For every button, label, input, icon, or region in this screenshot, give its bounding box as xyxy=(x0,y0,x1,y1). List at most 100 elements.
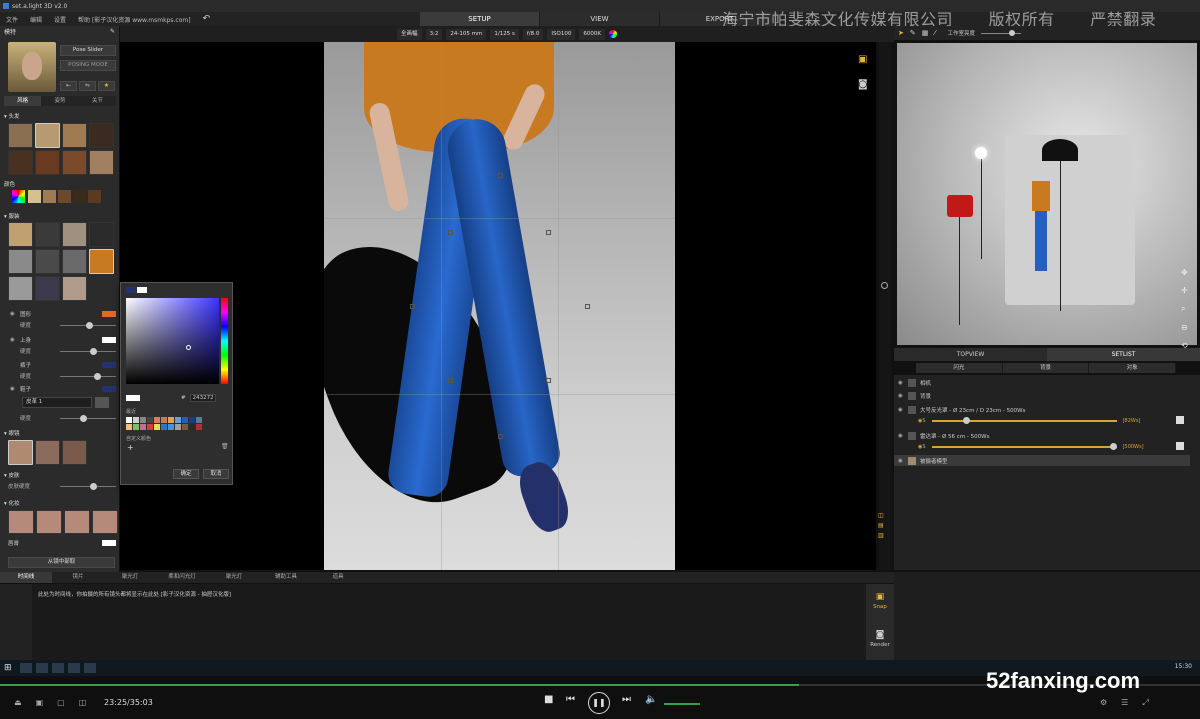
graphic-hardness-slider[interactable]: 硬度 xyxy=(20,321,116,329)
pants-hardness-slider[interactable]: 硬度 xyxy=(20,372,116,380)
skin-hardness-slider[interactable]: 皮肤硬度 xyxy=(8,482,116,490)
from-middle-button[interactable]: 从镜中部取 xyxy=(8,557,115,568)
subtab-background[interactable]: 背景 xyxy=(1002,363,1090,373)
makeup-thumb[interactable] xyxy=(92,510,118,534)
snap-button[interactable]: ▣ Snap xyxy=(866,586,894,620)
pants-color-chip[interactable] xyxy=(102,361,116,368)
palette-swatch[interactable] xyxy=(140,424,146,430)
palette-swatch[interactable] xyxy=(175,424,181,430)
tab-view[interactable]: VIEW xyxy=(540,12,660,26)
hair-color-swatch[interactable] xyxy=(43,190,56,203)
palette-swatch[interactable] xyxy=(182,417,188,423)
hair-thumb[interactable] xyxy=(89,150,114,175)
palette-swatch[interactable] xyxy=(189,424,195,430)
focus-point[interactable] xyxy=(448,378,453,383)
hair-thumb[interactable] xyxy=(35,123,60,148)
hardness-knob[interactable] xyxy=(80,414,87,422)
subtab-objects[interactable]: 对象 xyxy=(1089,363,1177,373)
saturation-value-field[interactable] xyxy=(126,298,219,384)
taskbar-app-icon[interactable] xyxy=(68,663,80,673)
menu-help[interactable]: 帮助 [影子汉化资源 www.msmkps.com] xyxy=(72,15,197,24)
section-clothing[interactable]: ▾ 服装 xyxy=(4,212,20,220)
camera-snap-icon[interactable]: ▣ xyxy=(858,54,868,65)
hair-color-swatch[interactable] xyxy=(73,190,86,203)
palette-swatch[interactable] xyxy=(175,417,181,423)
bottom-tab[interactable]: 聚光灯 xyxy=(208,572,260,583)
hardness-track[interactable] xyxy=(60,414,116,422)
setlist-item-reflector[interactable]: ◉ 大号反光罩 - Ø 23cm / D 23cm - 500Ws xyxy=(894,404,1190,415)
hardness-knob[interactable] xyxy=(90,347,97,355)
fit-icon[interactable]: ▥ xyxy=(878,532,884,539)
favorite-pose-icon[interactable]: ★ xyxy=(98,81,115,91)
scroll-handle[interactable] xyxy=(881,282,888,289)
camera-preview[interactable] xyxy=(324,42,675,570)
clothing-thumb[interactable] xyxy=(89,249,114,274)
focus-point[interactable] xyxy=(448,230,453,235)
hardness-track[interactable] xyxy=(60,321,116,329)
eye-icon[interactable]: ◉ xyxy=(898,407,908,413)
eye-icon[interactable]: ◉ xyxy=(898,433,908,439)
aspect-ratio[interactable]: 3:2 xyxy=(425,28,443,40)
tab-joints[interactable]: 关节 xyxy=(78,96,116,106)
focus-point[interactable] xyxy=(546,230,551,235)
bottom-tab[interactable]: 聚光灯 xyxy=(104,572,156,583)
palette-swatch[interactable] xyxy=(161,424,167,430)
graphic-color-chip[interactable] xyxy=(102,310,116,317)
hair-color-swatch[interactable] xyxy=(28,190,41,203)
color-wheel-icon[interactable] xyxy=(608,30,617,38)
hair-color-swatch[interactable] xyxy=(58,190,71,203)
palette-swatch[interactable] xyxy=(147,424,153,430)
focus-point[interactable] xyxy=(585,304,590,309)
confirm-button[interactable]: 确定 xyxy=(173,469,199,479)
zoom-icon[interactable]: ◫ xyxy=(878,512,884,519)
hardness-track[interactable] xyxy=(60,372,116,380)
setlist-item-background[interactable]: ◉ 背景 xyxy=(894,390,1190,401)
eye-icon[interactable]: ◉ xyxy=(898,380,908,386)
section-hair[interactable]: ▾ 头发 xyxy=(4,112,20,120)
eject-icon[interactable]: ⏏ xyxy=(14,698,22,707)
shutter-speed[interactable]: 1/125 s xyxy=(490,28,519,40)
top-hardness-slider[interactable]: 硬度 xyxy=(20,347,116,355)
setlist-item-camera[interactable]: ◉ 相机 xyxy=(894,377,1190,388)
red-softbox[interactable] xyxy=(947,195,973,217)
clothing-thumb[interactable] xyxy=(8,249,33,274)
clothing-thumb[interactable] xyxy=(35,276,60,301)
posing-mode-button[interactable]: POSING MODE xyxy=(60,60,116,71)
white-balance[interactable]: 6000K xyxy=(579,28,605,40)
shoes-color-chip[interactable] xyxy=(102,385,116,392)
bare-bulb-light[interactable] xyxy=(975,147,987,159)
focus-point[interactable] xyxy=(410,304,415,309)
eye-icon[interactable]: ◉ xyxy=(10,337,20,343)
previous-icon[interactable]: ⏮ xyxy=(566,694,575,705)
focus-point[interactable] xyxy=(498,434,503,439)
power-knob[interactable] xyxy=(1109,443,1117,450)
palette-swatch[interactable] xyxy=(168,424,174,430)
eye-icon[interactable]: ◉ xyxy=(898,393,908,399)
hair-thumb[interactable] xyxy=(62,123,87,148)
palette-swatch[interactable] xyxy=(154,424,160,430)
hardness-knob[interactable] xyxy=(86,321,93,329)
section-glasses[interactable]: ▾ 眼镜 xyxy=(4,429,20,437)
focal-length[interactable]: 24-105 mm xyxy=(446,28,487,40)
focus-point[interactable] xyxy=(546,378,551,383)
hex-input[interactable]: 243272 xyxy=(189,393,216,402)
undo-icon[interactable]: ↶ xyxy=(203,14,211,24)
shoes-hardness-slider[interactable]: 硬度 xyxy=(20,414,116,422)
studio-brightness-knob[interactable] xyxy=(1009,29,1016,36)
iso[interactable]: ISO100 xyxy=(547,28,576,40)
pose-slider-button[interactable]: Pose Slider xyxy=(60,45,116,56)
palette-swatch[interactable] xyxy=(196,417,202,423)
add-color-button[interactable]: + xyxy=(127,443,134,452)
beauty-dish-light[interactable] xyxy=(1042,139,1078,161)
glasses-thumb[interactable] xyxy=(62,440,87,465)
clothing-thumb[interactable] xyxy=(35,222,60,247)
section-makeup[interactable]: ▾ 化妆 xyxy=(4,499,20,507)
taskbar-app-icon[interactable] xyxy=(52,663,64,673)
camera-icon[interactable]: ◙ xyxy=(858,79,868,90)
palette-swatch[interactable] xyxy=(168,417,174,423)
setlist-item-model[interactable]: ◉ 被摄者模型 xyxy=(894,455,1190,466)
studio-3d-view[interactable] xyxy=(897,43,1197,345)
palette-swatch[interactable] xyxy=(189,417,195,423)
top-color-chip[interactable] xyxy=(102,336,116,343)
reset-pose-icon[interactable]: ⇤ xyxy=(60,81,77,91)
